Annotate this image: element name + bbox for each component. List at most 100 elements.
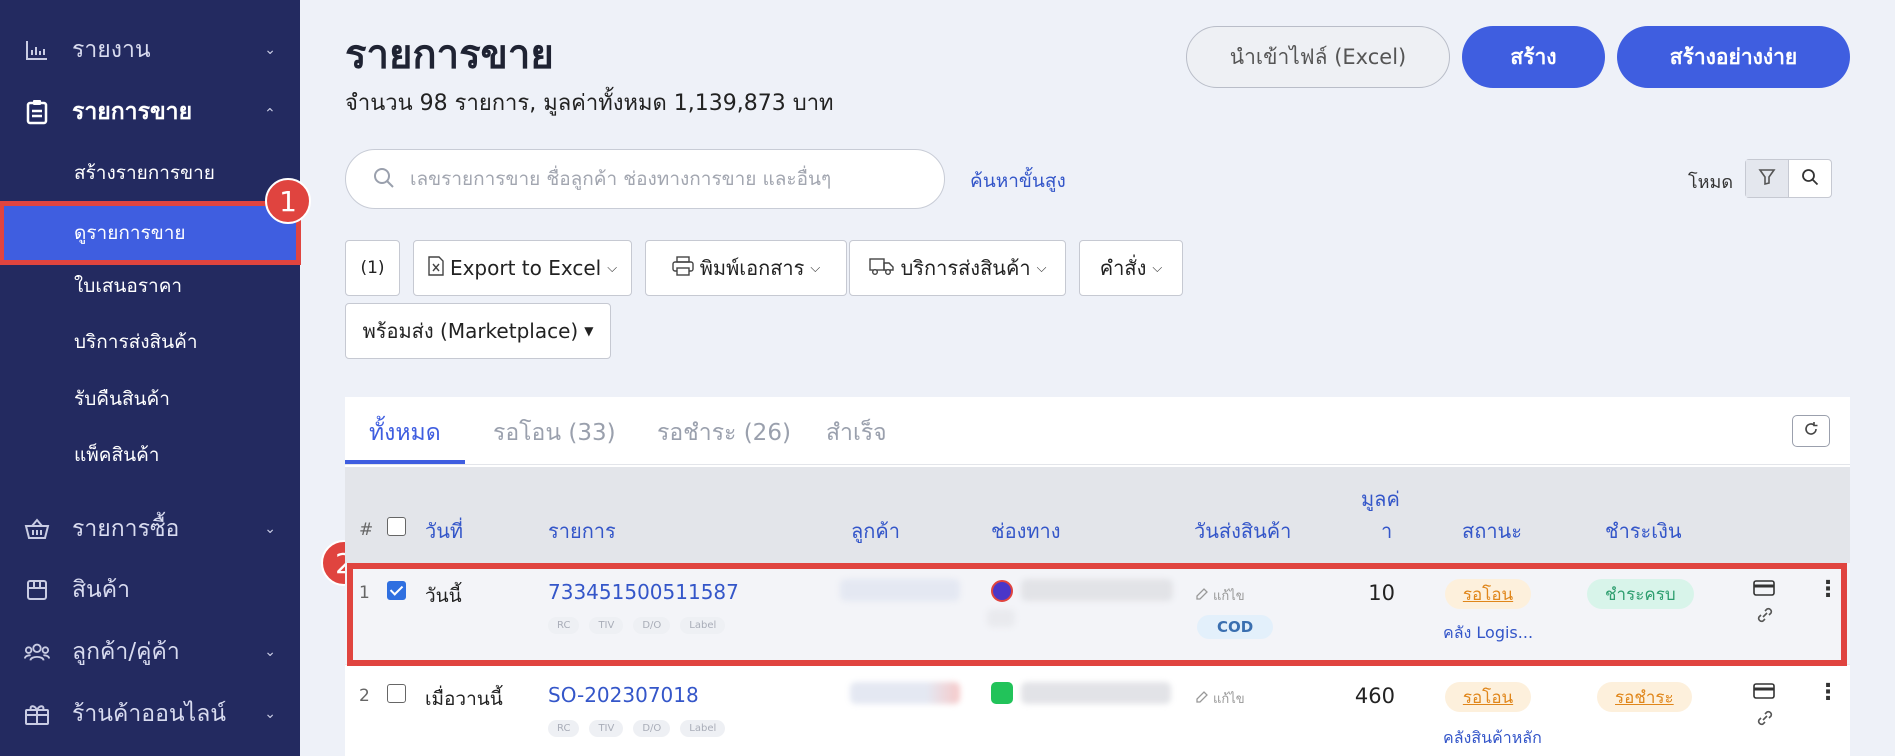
col-payment[interactable]: ชำระเงิน (1605, 515, 1682, 547)
chevron-down-icon: ⌄ (264, 644, 276, 660)
edit-ship-date[interactable]: แก้ไข (1195, 688, 1245, 709)
tab-awaiting-payment[interactable]: รอชำระ (26) (657, 415, 791, 451)
status-badge[interactable]: รอโอน (1445, 682, 1531, 712)
warehouse-link[interactable]: คลัง Logis... (1443, 621, 1533, 646)
refresh-button[interactable] (1792, 415, 1830, 447)
sidebar-sub-label: รับคืนสินค้า (74, 388, 170, 410)
page-title: รายการขาย (345, 32, 554, 78)
tab-all[interactable]: ทั้งหมด (369, 415, 441, 451)
table-row[interactable]: 1 วันนี้ 733451500511587 RC TIV D/O Labe… (345, 563, 1850, 665)
tag-label[interactable]: Label (680, 720, 726, 737)
ready-to-ship-dropdown[interactable]: พร้อมส่ง (Marketplace) ▼ (345, 303, 611, 359)
search-icon (372, 166, 396, 194)
sidebar-item-label: ร้านค้าออนไลน์ (72, 701, 227, 727)
payment-badge[interactable]: ชำระครบ (1587, 579, 1694, 609)
export-excel-button[interactable]: Export to Excel ⌵ (413, 240, 632, 296)
tag-rc[interactable]: RC (548, 617, 580, 634)
search-mode-button[interactable] (1789, 160, 1831, 197)
sidebar-sub-label: บริการส่งสินค้า (74, 331, 198, 353)
cod-badge: COD (1197, 615, 1274, 639)
sidebar-item-reports[interactable]: รายงาน ⌄ (0, 24, 300, 76)
search-input[interactable] (410, 164, 920, 194)
sidebar-item-customers[interactable]: ลูกค้า/คู่ค้า ⌄ (0, 626, 300, 678)
col-value-line1: มูลค่ (1361, 487, 1400, 511)
link-icon[interactable] (1755, 605, 1775, 629)
sidebar-sub-quotation[interactable]: ใบเสนอราคา (0, 262, 300, 310)
tag-tiv[interactable]: TIV (589, 617, 624, 634)
sidebar-sub-shipping[interactable]: บริการส่งสินค้า (0, 318, 300, 366)
print-label: พิมพ์เอกสาร (699, 256, 805, 280)
command-button[interactable]: คำสั่ง ⌵ (1079, 240, 1183, 296)
ready-label: พร้อมส่ง (Marketplace) (362, 319, 579, 343)
printer-icon (672, 255, 694, 281)
caret-down-icon: ▼ (584, 324, 594, 338)
order-link[interactable]: 733451500511587 (548, 580, 739, 604)
row-date: เมื่อวานนี้ (425, 688, 503, 710)
sidebar-sub-view-sales[interactable]: ดูรายการขาย (0, 201, 301, 265)
sidebar-sub-packing[interactable]: แพ็คสินค้า (0, 431, 300, 479)
table-row[interactable]: 2 เมื่อวานนี้ SO-202307018 RC TIV D/O La… (345, 666, 1850, 756)
tag-do[interactable]: D/O (633, 720, 671, 737)
row-checkbox[interactable] (387, 684, 406, 703)
card-icon[interactable] (1753, 579, 1775, 601)
advanced-search-link[interactable]: ค้นหาขั้นสูง (970, 166, 1066, 196)
tag-do[interactable]: D/O (633, 617, 671, 634)
col-ship-date[interactable]: วันส่งสินค้า (1194, 515, 1291, 547)
more-options-icon[interactable]: ⋮ (1817, 680, 1839, 705)
chevron-down-icon: ⌄ (264, 521, 276, 537)
more-options-icon[interactable]: ⋮ (1817, 577, 1839, 602)
chevron-down-icon: ⌵ (607, 260, 618, 276)
col-date[interactable]: วันที่ (425, 515, 463, 547)
card-icon[interactable] (1753, 682, 1775, 704)
tag-rc[interactable]: RC (548, 720, 580, 737)
sidebar-item-purchases[interactable]: รายการซื้อ ⌄ (0, 503, 300, 555)
col-status[interactable]: สถานะ (1462, 515, 1522, 547)
tab-completed[interactable]: สำเร็จ (826, 415, 887, 451)
print-documents-button[interactable]: พิมพ์เอกสาร ⌵ (645, 240, 847, 296)
search-box (345, 149, 945, 209)
sidebar-item-online-store[interactable]: ร้านค้าออนไลน์ ⌄ (0, 688, 300, 740)
edit-label: แก้ไข (1213, 692, 1245, 707)
chevron-down-icon: ⌵ (810, 260, 821, 276)
shipping-service-button[interactable]: บริการส่งสินค้า ⌵ (849, 240, 1066, 296)
sidebar-sub-returns[interactable]: รับคืนสินค้า (0, 375, 300, 423)
sidebar-item-products[interactable]: สินค้า (0, 564, 300, 616)
tab-awaiting-transfer[interactable]: รอโอน (33) (493, 415, 616, 451)
clipboard-icon (24, 99, 50, 125)
sidebar-item-label: รายการซื้อ (72, 516, 180, 542)
box-icon (24, 577, 50, 603)
chevron-down-icon: ⌵ (1152, 260, 1163, 276)
col-value-line2: า (1381, 519, 1393, 543)
create-button[interactable]: สร้าง (1462, 26, 1605, 88)
col-value[interactable]: มูลค่ า (1361, 483, 1400, 547)
order-link[interactable]: SO-202307018 (548, 683, 699, 707)
payment-badge[interactable]: รอชำระ (1597, 682, 1692, 712)
edit-icon (1195, 690, 1209, 708)
row-checkbox[interactable] (387, 581, 406, 600)
create-easy-button[interactable]: สร้างอย่างง่าย (1617, 26, 1850, 88)
link-icon[interactable] (1755, 708, 1775, 732)
import-excel-button[interactable]: นำเข้าไฟล์ (Excel) (1186, 26, 1450, 88)
mode-toggle (1745, 159, 1832, 198)
warehouse-link[interactable]: คลังสินค้าหลัก (1443, 726, 1542, 751)
col-order[interactable]: รายการ (548, 515, 616, 547)
col-channel[interactable]: ช่องทาง (991, 515, 1061, 547)
sidebar-item-sales[interactable]: รายการขาย ⌄ (0, 86, 300, 138)
marketplace-icon (991, 580, 1013, 602)
sidebar-item-label: รายการขาย (72, 99, 193, 125)
edit-ship-date[interactable]: แก้ไข (1195, 585, 1245, 606)
selected-count-button[interactable]: (1) (345, 240, 400, 296)
select-all-checkbox[interactable] (387, 517, 406, 536)
tag-label[interactable]: Label (680, 617, 726, 634)
status-badge[interactable]: รอโอน (1445, 579, 1531, 609)
doc-tags: RC TIV D/O Label (548, 720, 726, 737)
step-marker-1: 1 (265, 178, 311, 224)
filter-mode-button[interactable] (1746, 160, 1789, 197)
col-customer[interactable]: ลูกค้า (851, 515, 900, 547)
command-label: คำสั่ง (1099, 256, 1147, 280)
chevron-down-icon: ⌄ (264, 706, 276, 722)
sidebar-sub-create-sale[interactable]: สร้างรายการขาย (0, 149, 300, 197)
refresh-icon (1803, 421, 1819, 441)
tag-tiv[interactable]: TIV (589, 720, 624, 737)
col-number: # (359, 520, 374, 540)
